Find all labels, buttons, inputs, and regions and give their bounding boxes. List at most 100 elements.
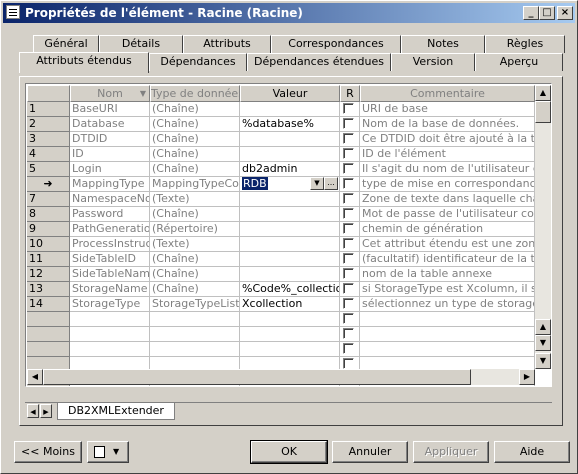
cell-type[interactable]: StorageTypeList [150,297,240,312]
cell-r[interactable] [340,342,360,357]
cell-commentaire[interactable]: sélectionnez un type de storage (X [360,297,535,312]
r-checkbox[interactable] [343,283,354,294]
cell-nom[interactable] [70,327,150,342]
tab-version[interactable]: Version [391,53,475,71]
cell-valeur[interactable] [240,252,340,267]
maximize-button[interactable]: □ [539,6,555,20]
cell-r[interactable] [340,297,360,312]
table-row[interactable]: 4 ID (Chaîne) ID de l'élément [27,147,535,162]
cell-commentaire[interactable] [360,342,535,357]
cell-valeur[interactable]: RDB ▼... [240,177,340,192]
cell-commentaire[interactable]: URI de base [360,102,535,117]
cell-type[interactable]: (Chaîne) [150,102,240,117]
appliquer-button[interactable]: Appliquer [413,441,489,463]
cell-valeur[interactable]: db2admin [240,162,340,177]
cell-type[interactable]: (Chaîne) [150,207,240,222]
ok-button[interactable]: OK [250,440,328,464]
tab-regles[interactable]: Règles [485,35,565,53]
scroll-right-icon[interactable]: ▶ [519,369,535,385]
r-checkbox[interactable] [343,223,354,234]
cell-nom[interactable]: Database [70,117,150,132]
cell-valeur[interactable] [240,192,340,207]
cell-r[interactable] [340,267,360,282]
cell-commentaire[interactable]: Il s'agit du nom de l'utilisateur conn [360,162,535,177]
cell-commentaire[interactable]: Cet attribut étendu est une zone d [360,237,535,252]
cell-r[interactable] [340,282,360,297]
cell-nom[interactable]: DTDID [70,132,150,147]
r-checkbox[interactable] [343,193,354,204]
cell-nom[interactable]: BaseURI [70,102,150,117]
r-checkbox[interactable] [343,313,354,324]
cell-r[interactable] [340,327,360,342]
cell-commentaire[interactable]: Ce DTDID doit être ajouté à la table [360,132,535,147]
tab-dependances-etendues[interactable]: Dépendances étendues [247,53,391,71]
table-row[interactable]: 5 Login (Chaîne) db2admin Il s'agit du nom d… [27,162,535,177]
cell-r[interactable] [340,222,360,237]
r-checkbox[interactable] [343,208,354,219]
cell-commentaire[interactable]: nom de la table annexe [360,267,535,282]
cell-type[interactable]: (Chaîne) [150,252,240,267]
cell-type[interactable]: (Chaîne) [150,282,240,297]
cell-r[interactable] [340,147,360,162]
r-checkbox[interactable] [343,298,354,309]
tab-details[interactable]: Détails [99,35,183,53]
cell-commentaire[interactable]: Mot de passe de l'utilisateur conne [360,207,535,222]
cell-nom[interactable] [70,312,150,327]
r-checkbox[interactable] [343,178,354,189]
hscroll-thumb[interactable] [43,369,471,385]
cell-r[interactable] [340,252,360,267]
vertical-scrollbar[interactable]: ▲ ▲ ▼ ▼ [535,85,551,369]
cell-r[interactable] [340,177,360,192]
cell-r[interactable] [340,132,360,147]
scroll-left-icon[interactable]: ◀ [27,369,43,385]
table-row[interactable]: 3 DTDID (Chaîne) Ce DTDID doit être ajouté … [27,132,535,147]
cell-commentaire[interactable]: Zone de texte dans laquelle chaq [360,192,535,207]
r-checkbox[interactable] [343,328,354,339]
cell-commentaire[interactable] [360,312,535,327]
aide-button[interactable]: Aide [494,441,570,463]
list-menu-button[interactable]: ▼ [87,441,129,463]
cell-commentaire[interactable]: Nom de la base de données. [360,117,535,132]
cell-commentaire[interactable]: si StorageType est Xcolumn, il s'a [360,282,535,297]
tab-general[interactable]: Général [33,35,99,53]
cell-type[interactable]: (Chaîne) [150,147,240,162]
header-type[interactable]: Type de données [150,85,240,102]
cell-type[interactable] [150,342,240,357]
horizontal-scrollbar[interactable]: ◀ ▶ [27,369,535,385]
r-checkbox[interactable] [343,103,354,114]
sheet-next-icon[interactable]: ▶ [40,404,52,418]
table-row[interactable]: 14 StorageType StorageTypeList Xcollection s… [27,297,535,312]
title-bar[interactable]: Propriétés de l'élément - Racine (Racine… [3,3,575,23]
cell-nom[interactable]: SideTableName [70,267,150,282]
table-row[interactable]: 11 SideTableID (Chaîne) (facultatif) identi… [27,252,535,267]
cell-valeur[interactable] [240,237,340,252]
r-checkbox[interactable] [343,343,354,354]
cell-commentaire[interactable]: type de mise en correspondance p [360,177,535,192]
table-row[interactable] [27,342,535,357]
cell-type[interactable] [150,327,240,342]
table-row[interactable]: ➜ MappingType MappingTypeColl RDB ▼... type d… [27,177,535,192]
table-row[interactable]: 10ProcessInstructi(Texte) Cet attribut ét… [27,237,535,252]
table-row[interactable]: 13 StorageName (Chaîne) %Code%_collection si… [27,282,535,297]
r-checkbox[interactable] [343,133,354,144]
cell-nom[interactable]: ProcessInstructi [70,237,150,252]
r-checkbox[interactable] [343,238,354,249]
table-row[interactable]: 8 Password (Chaîne) Mot de passe de l'utili… [27,207,535,222]
minimize-button[interactable]: _ [523,6,539,20]
table-row[interactable]: 12 SideTableName (Chaîne) nom de la table a… [27,267,535,282]
cell-r[interactable] [340,102,360,117]
moins-button[interactable]: << Moins [14,441,82,463]
cell-type[interactable]: MappingTypeColl [150,177,240,192]
tab-attributs-etendus[interactable]: Attributs étendus [19,52,149,73]
cell-r[interactable] [340,192,360,207]
close-button[interactable]: × [557,6,573,20]
r-checkbox[interactable] [343,268,354,279]
sheet-prev-icon[interactable]: ◀ [27,404,39,418]
cell-type[interactable]: (Chaîne) [150,117,240,132]
tab-apercu[interactable]: Aperçu [475,53,563,71]
cell-type[interactable]: (Chaîne) [150,132,240,147]
cell-valeur[interactable]: Xcollection [240,297,340,312]
table-row[interactable]: 7NamespaceNod(Texte) Zone de texte dans l… [27,192,535,207]
scroll-bottom-icon[interactable]: ▼ [535,335,551,351]
cell-nom[interactable]: Login [70,162,150,177]
